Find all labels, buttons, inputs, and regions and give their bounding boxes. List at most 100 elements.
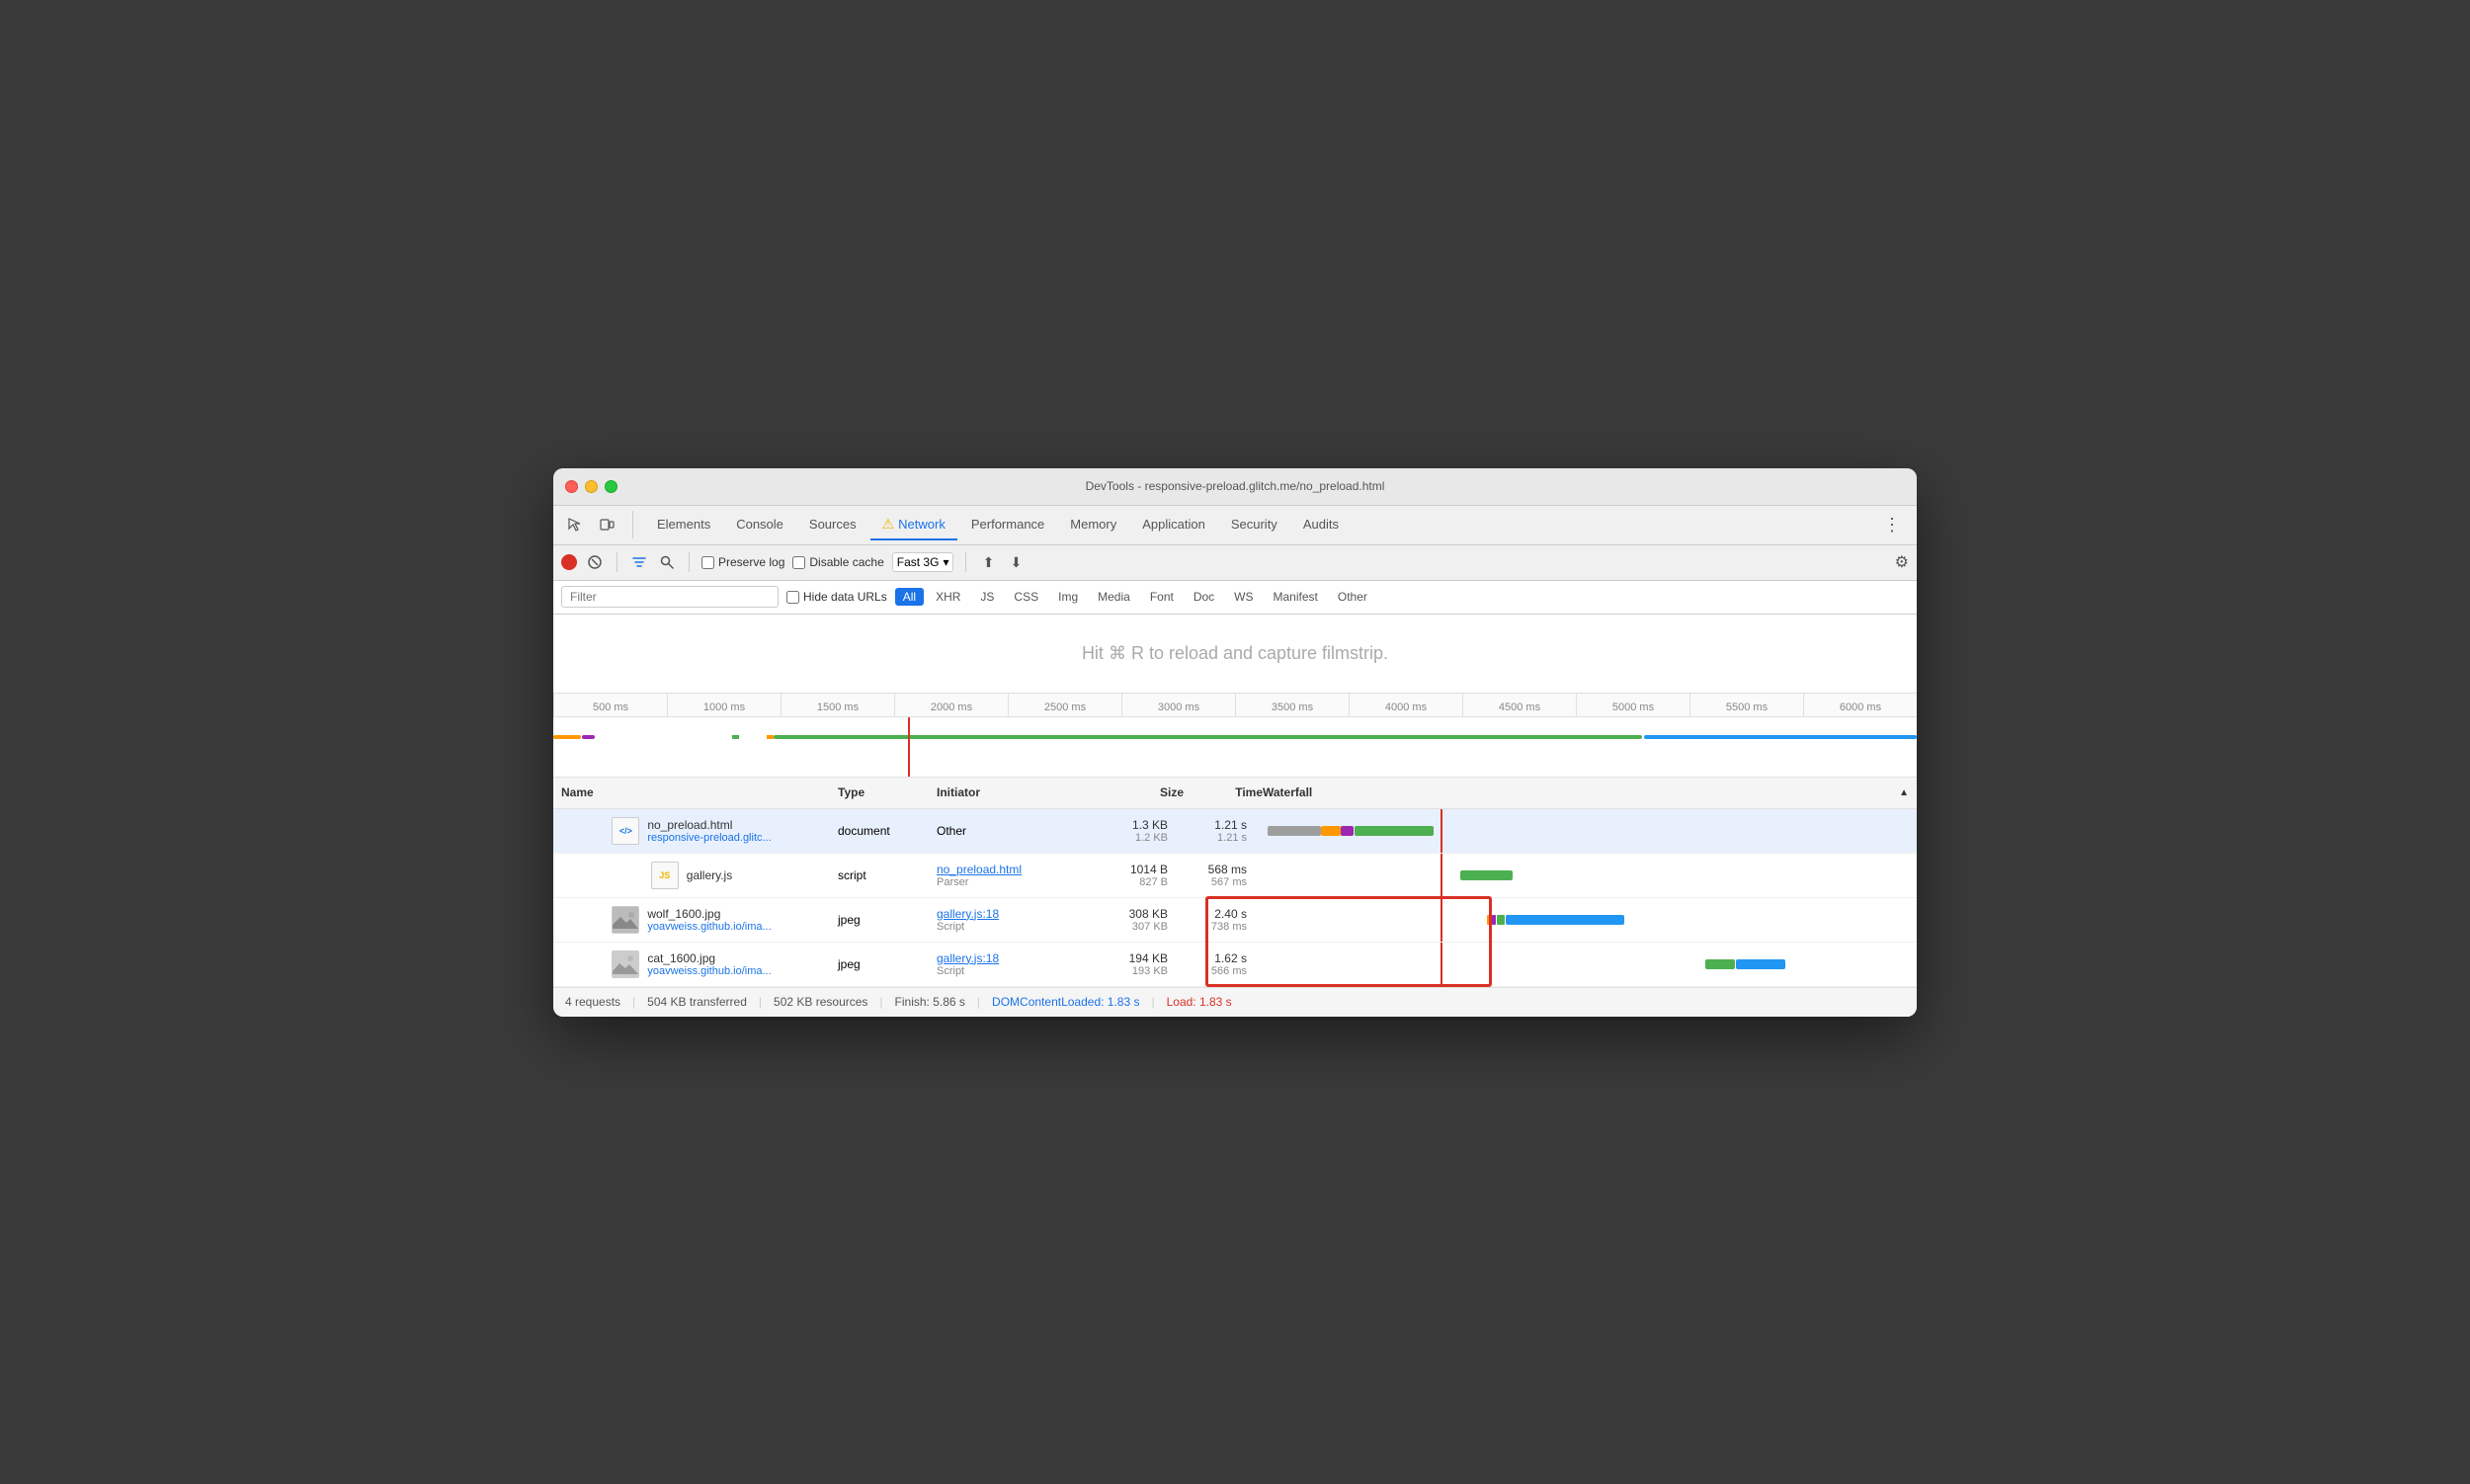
tick-5000ms: 5000 ms: [1576, 694, 1689, 716]
cell-type-3: jpeg: [830, 943, 929, 986]
file-icon-doc: </>: [612, 817, 639, 845]
tab-memory[interactable]: Memory: [1058, 511, 1128, 539]
throttle-select[interactable]: Fast 3G ▾: [892, 552, 954, 572]
sep-5: |: [1151, 995, 1154, 1009]
filter-type-manifest[interactable]: Manifest: [1266, 588, 1326, 606]
filter-types: All XHR JS CSS Img Media Font Doc WS Man…: [895, 588, 1375, 606]
table-row[interactable]: JS gallery.js script no_preload.html Par…: [553, 854, 1917, 898]
table-row[interactable]: cat_1600.jpg yoavweiss.github.io/ima... …: [553, 943, 1917, 987]
name-texts-3: cat_1600.jpg yoavweiss.github.io/ima...: [647, 951, 771, 977]
tick-5500ms: 5500 ms: [1689, 694, 1803, 716]
preserve-log-checkbox[interactable]: [701, 556, 714, 569]
close-button[interactable]: [565, 480, 578, 493]
filter-type-all[interactable]: All: [895, 588, 924, 606]
tick-2500ms: 2500 ms: [1008, 694, 1121, 716]
devtools-window: DevTools - responsive-preload.glitch.me/…: [553, 468, 1917, 1017]
file-name-0: no_preload.html: [647, 818, 771, 832]
tick-500ms: 500 ms: [553, 694, 667, 716]
status-domcontent: DOMContentLoaded: 1.83 s: [992, 995, 1139, 1009]
cell-initiator-2: gallery.js:18 Script: [929, 898, 1087, 942]
hide-data-urls-label[interactable]: Hide data URLs: [786, 590, 887, 604]
header-time[interactable]: Time: [1184, 785, 1263, 799]
cell-size-2: 308 KB 307 KB: [1087, 898, 1176, 942]
status-finish: Finish: 5.86 s: [895, 995, 965, 1009]
tab-audits[interactable]: Audits: [1291, 511, 1351, 539]
cell-type-0: document: [830, 809, 929, 853]
inspect-icon[interactable]: [561, 511, 589, 538]
cell-name-0: </> no_preload.html responsive-preload.g…: [553, 809, 830, 853]
fullscreen-button[interactable]: [605, 480, 618, 493]
file-icon-js: JS: [651, 862, 679, 889]
export-icon[interactable]: ⬇: [1006, 552, 1026, 572]
filter-type-js[interactable]: JS: [972, 588, 1002, 606]
file-domain-2: yoavweiss.github.io/ima...: [647, 921, 771, 933]
tick-3500ms: 3500 ms: [1235, 694, 1349, 716]
filter-input[interactable]: [561, 586, 779, 608]
filter-type-ws[interactable]: WS: [1226, 588, 1261, 606]
filter-type-media[interactable]: Media: [1090, 588, 1138, 606]
cell-waterfall-0: [1255, 809, 1917, 853]
disable-cache-label[interactable]: Disable cache: [792, 555, 883, 569]
cell-name-3: cat_1600.jpg yoavweiss.github.io/ima...: [553, 943, 830, 986]
file-icon-img-wolf: [612, 906, 639, 934]
tab-security[interactable]: Security: [1219, 511, 1289, 539]
separator-3: [965, 552, 966, 572]
filter-type-doc[interactable]: Doc: [1186, 588, 1222, 606]
preserve-log-label[interactable]: Preserve log: [701, 555, 784, 569]
warning-icon: ⚠: [882, 516, 895, 533]
tab-performance[interactable]: Performance: [959, 511, 1056, 539]
file-name-3: cat_1600.jpg: [647, 951, 771, 965]
device-icon[interactable]: [593, 511, 620, 538]
clear-button[interactable]: [585, 552, 605, 572]
filter-type-xhr[interactable]: XHR: [928, 588, 968, 606]
cell-waterfall-1: [1255, 854, 1917, 897]
cell-name-1: JS gallery.js: [553, 854, 830, 897]
header-waterfall[interactable]: Waterfall ▲: [1263, 785, 1909, 799]
sep-4: |: [977, 995, 980, 1009]
cell-waterfall-2: [1255, 898, 1917, 942]
filter-bar: Hide data URLs All XHR JS CSS Img Media …: [553, 581, 1917, 615]
tab-application[interactable]: Application: [1130, 511, 1217, 539]
filter-type-img[interactable]: Img: [1050, 588, 1086, 606]
tab-network[interactable]: ⚠ Network: [870, 510, 957, 540]
import-icon[interactable]: ⬆: [978, 552, 998, 572]
tab-sources[interactable]: Sources: [797, 511, 868, 539]
hide-data-urls-checkbox[interactable]: [786, 591, 799, 604]
minimize-button[interactable]: [585, 480, 598, 493]
filter-type-font[interactable]: Font: [1142, 588, 1182, 606]
tab-console[interactable]: Console: [724, 511, 795, 539]
filter-type-other[interactable]: Other: [1330, 588, 1375, 606]
header-initiator[interactable]: Initiator: [937, 785, 1095, 799]
filmstrip-area: Hit ⌘ R to reload and capture filmstrip.: [553, 615, 1917, 694]
file-domain-0: responsive-preload.glitc...: [647, 832, 771, 844]
search-icon[interactable]: [657, 552, 677, 572]
filter-icon[interactable]: [629, 552, 649, 572]
table-row[interactable]: </> no_preload.html responsive-preload.g…: [553, 809, 1917, 854]
separator-2: [689, 552, 690, 572]
more-tabs-icon[interactable]: ⋮: [1875, 515, 1909, 536]
table-row[interactable]: wolf_1600.jpg yoavweiss.github.io/ima...…: [553, 898, 1917, 943]
initiator-link-1[interactable]: no_preload.html: [937, 863, 1079, 876]
tab-elements[interactable]: Elements: [645, 511, 722, 539]
cell-type-1: script: [830, 854, 929, 897]
header-size[interactable]: Size: [1095, 785, 1184, 799]
filter-type-css[interactable]: CSS: [1006, 588, 1046, 606]
cell-size-0: 1.3 KB 1.2 KB: [1087, 809, 1176, 853]
tick-3000ms: 3000 ms: [1121, 694, 1235, 716]
sep-2: |: [759, 995, 762, 1009]
record-button[interactable]: [561, 554, 577, 570]
header-type[interactable]: Type: [838, 785, 937, 799]
cell-waterfall-3: [1255, 943, 1917, 986]
cell-time-0: 1.21 s 1.21 s: [1176, 809, 1255, 853]
initiator-link-3[interactable]: gallery.js:18: [937, 951, 1079, 965]
settings-icon[interactable]: ⚙: [1895, 552, 1909, 572]
cell-type-2: jpeg: [830, 898, 929, 942]
header-name[interactable]: Name: [561, 785, 838, 799]
status-bar: 4 requests | 504 KB transferred | 502 KB…: [553, 987, 1917, 1017]
timeline-ticks: 500 ms 1000 ms 1500 ms 2000 ms 2500 ms 3…: [553, 694, 1917, 716]
tick-1500ms: 1500 ms: [781, 694, 894, 716]
initiator-link-2[interactable]: gallery.js:18: [937, 907, 1079, 921]
traffic-lights: [565, 480, 618, 493]
name-texts-0: no_preload.html responsive-preload.glitc…: [647, 818, 771, 844]
disable-cache-checkbox[interactable]: [792, 556, 805, 569]
